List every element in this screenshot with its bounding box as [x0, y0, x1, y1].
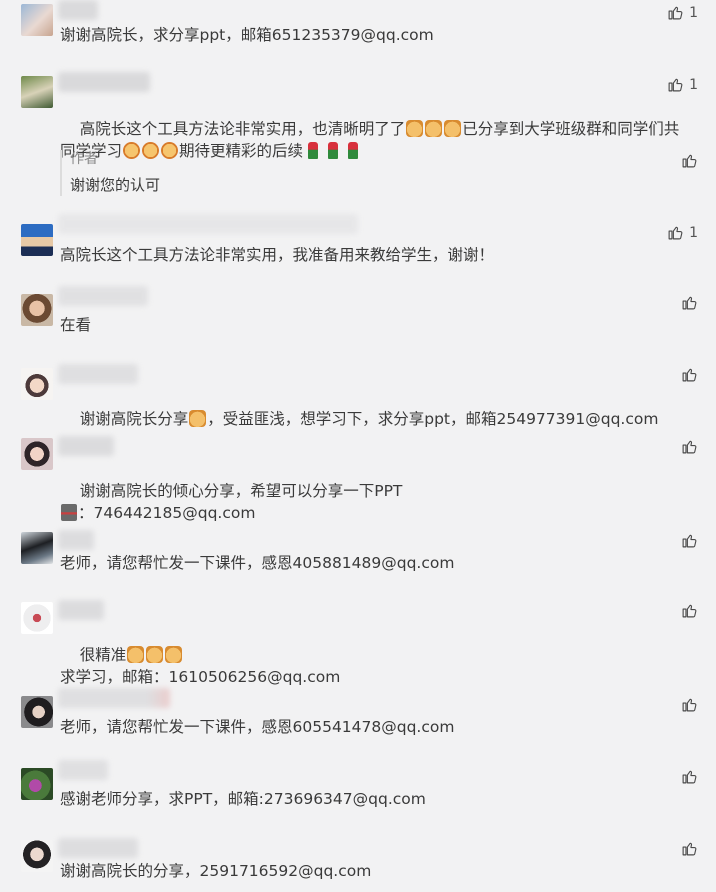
avatar[interactable]: [21, 696, 53, 728]
like-button[interactable]: 1: [667, 224, 698, 241]
comment-text: 高院长这个工具方法论非常实用，我准备用来教给学生，谢谢！: [60, 246, 495, 264]
comment-text-part: 很精准: [79, 646, 127, 664]
thumbs-up-icon: [667, 76, 684, 93]
username-blurred: [58, 364, 138, 384]
reply-text: 谢谢您的认可: [70, 176, 161, 194]
like-button[interactable]: [681, 840, 698, 857]
reply-author-label: 作者: [70, 151, 98, 167]
thumbs-up-emoji-icon: [165, 646, 183, 663]
comment-text: 谢谢高院长的倾心分享，希望可以分享一下PPT ：746442185@qq.com: [60, 458, 402, 546]
avatar[interactable]: [21, 368, 53, 400]
username-blurred: [58, 600, 104, 620]
username-blurred: [58, 760, 108, 780]
comment-text: 谢谢高院长分享 ，受益匪浅，想学习下，求分享ppt，邮箱254977391@qq.…: [60, 386, 658, 452]
like-button[interactable]: [681, 768, 698, 785]
avatar[interactable]: [21, 602, 53, 634]
like-button[interactable]: [681, 438, 698, 455]
thumbs-up-emoji-icon: [146, 646, 164, 663]
username-blurred: [58, 0, 98, 20]
username-blurred: [58, 436, 114, 456]
thumbs-up-icon: [681, 152, 698, 169]
comment-text: 老师，请您帮忙发一下课件，感恩605541478@qq.com: [60, 718, 455, 736]
comment-text-part: 求学习，邮箱：1610506256@qq.com: [60, 668, 341, 686]
avatar[interactable]: [21, 532, 53, 564]
mailbox-emoji-icon: [61, 504, 77, 521]
thumbs-up-icon: [667, 224, 684, 241]
avatar[interactable]: [21, 76, 53, 108]
comment-text-part: 已分享到大学班级群和同学们共: [462, 120, 680, 138]
like-button[interactable]: 1: [667, 4, 698, 21]
username-blurred: [58, 688, 170, 708]
thumbs-up-icon: [681, 366, 698, 383]
like-button[interactable]: [681, 602, 698, 619]
avatar[interactable]: [21, 294, 53, 326]
username-blurred: [58, 72, 150, 92]
thumbs-up-emoji-icon: [425, 120, 443, 137]
avatar[interactable]: [21, 4, 53, 36]
avatar[interactable]: [21, 438, 53, 470]
comment-text-part: 高院长这个工具方法论非常实用，也清晰明了了: [79, 120, 406, 138]
like-button[interactable]: [681, 532, 698, 549]
thumbs-up-icon: [681, 602, 698, 619]
username-blurred: [58, 286, 148, 306]
author-reply: 作者 谢谢您的认可: [60, 150, 690, 196]
like-button[interactable]: [681, 294, 698, 311]
like-count: 1: [689, 4, 698, 21]
username-blurred: [58, 838, 138, 858]
comment-text-part: 谢谢高院长分享: [79, 410, 189, 428]
avatar[interactable]: [21, 840, 53, 872]
thumbs-up-emoji-icon: [127, 646, 145, 663]
thumbs-up-icon: [681, 294, 698, 311]
comment-text: 老师，请您帮忙发一下课件，感恩405881489@qq.com: [60, 554, 455, 572]
like-button[interactable]: 1: [667, 76, 698, 93]
like-button[interactable]: [681, 366, 698, 383]
comment-text-part: 谢谢高院长的倾心分享，希望可以分享一下PPT: [79, 482, 403, 500]
comment-text: 谢谢高院长的分享，2591716592@qq.com: [60, 862, 372, 880]
thumbs-up-icon: [681, 840, 698, 857]
comment-text: 感谢老师分享，求PPT，邮箱:273696347@qq.com: [60, 790, 426, 808]
thumbs-up-emoji-icon: [444, 120, 462, 137]
thumbs-up-emoji-icon: [406, 120, 424, 137]
thumbs-up-icon: [667, 4, 684, 21]
like-button[interactable]: [681, 152, 698, 169]
comment-text-part: ：746442185@qq.com: [78, 504, 256, 522]
thumbs-up-icon: [681, 438, 698, 455]
comment-text-part: ，受益匪浅，想学习下，求分享ppt，邮箱254977391@qq.com: [207, 410, 659, 428]
thumbs-up-emoji-icon: [189, 410, 207, 427]
like-button[interactable]: [681, 696, 698, 713]
avatar[interactable]: [21, 768, 53, 800]
thumbs-up-icon: [681, 532, 698, 549]
comment-text: 谢谢高院长，求分享ppt，邮箱651235379@qq.com: [60, 26, 434, 44]
thumbs-up-icon: [681, 768, 698, 785]
thumbs-up-icon: [681, 696, 698, 713]
avatar[interactable]: [21, 224, 53, 256]
like-count: 1: [689, 224, 698, 241]
username-blurred: [58, 214, 358, 234]
like-count: 1: [689, 76, 698, 93]
username-blurred: [58, 530, 94, 550]
comment-text: 在看: [60, 316, 92, 334]
